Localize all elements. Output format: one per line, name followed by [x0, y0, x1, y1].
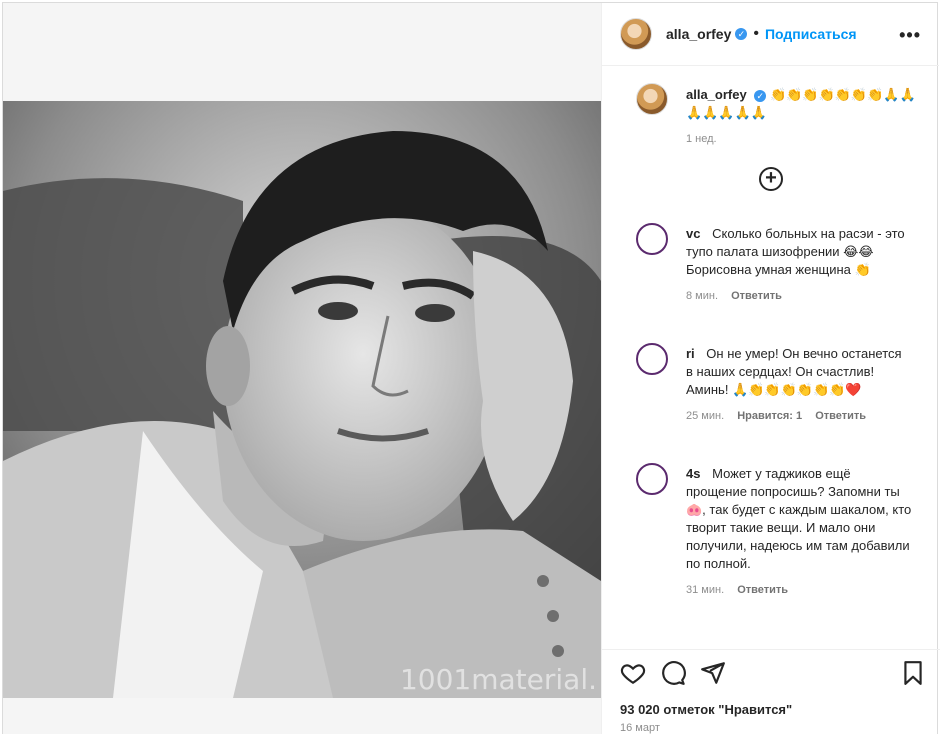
comment-time[interactable]: 25 мин.	[686, 410, 724, 422]
separator-dot: •	[753, 25, 759, 42]
comment-avatar[interactable]	[636, 223, 668, 255]
account-username[interactable]: alla_orfey	[666, 26, 731, 42]
bookmark-icon[interactable]	[900, 660, 926, 686]
post-photo[interactable]: 1001material.	[3, 101, 601, 698]
reply-button[interactable]: Ответить	[731, 290, 782, 302]
comments-list[interactable]: alla_orfey ✓ 👏👏👏👏👏👏👏🙏🙏🙏🙏🙏🙏🙏 1 нед. + vc …	[602, 67, 940, 649]
reply-button[interactable]: Ответить	[737, 584, 788, 596]
comment-text: Сколько больных на расэи - это тупо пала…	[686, 226, 905, 277]
caption-time[interactable]: 1 нед.	[686, 133, 717, 145]
comment-meta: 31 мин. Ответить	[686, 581, 912, 599]
comment-time[interactable]: 8 мин.	[686, 290, 718, 302]
post-date[interactable]: 16 март	[620, 722, 660, 734]
comment-username[interactable]: ri	[686, 346, 695, 361]
caption-avatar[interactable]	[636, 83, 668, 115]
caption-meta: 1 нед.	[686, 130, 926, 148]
plus-circle-icon[interactable]: +	[759, 167, 783, 191]
comment-text: Может у таджиков ещё прощение попросишь?…	[686, 466, 912, 571]
reply-button[interactable]: Ответить	[815, 410, 866, 422]
comment-likes[interactable]: Нравится: 1	[737, 410, 802, 422]
more-icon[interactable]: •••	[899, 25, 921, 46]
post-header: alla_orfey ✓ • Подписаться •••	[602, 3, 939, 66]
verified-icon: ✓	[754, 90, 767, 102]
likes-count[interactable]: 93 020 отметок "Нравится"	[620, 702, 792, 717]
comment-time[interactable]: 31 мин.	[686, 584, 724, 596]
comment-meta: 8 мин. Ответить	[686, 287, 912, 305]
follow-button[interactable]: Подписаться	[765, 26, 857, 42]
comment-username[interactable]: 4s	[686, 466, 700, 481]
heart-icon[interactable]	[620, 660, 646, 686]
comment-text: Он не умер! Он вечно останется в наших с…	[686, 346, 902, 397]
account-avatar[interactable]	[620, 18, 652, 50]
watermark-text: 1001material.	[399, 663, 597, 696]
comment-meta: 25 мин. Нравится: 1 Ответить	[686, 407, 912, 425]
verified-icon: ✓	[735, 28, 748, 40]
caption-username[interactable]: alla_orfey	[686, 87, 747, 102]
post-side-panel: alla_orfey ✓ • Подписаться ••• alla_orfe…	[601, 3, 940, 734]
post-media: 1001material.	[3, 3, 601, 734]
comment-icon[interactable]	[660, 660, 686, 686]
post-actions: 93 020 отметок "Нравится" 16 март	[602, 649, 940, 734]
comment-avatar[interactable]	[636, 343, 668, 375]
share-icon[interactable]	[700, 660, 726, 686]
comment-username[interactable]: vc	[686, 226, 700, 241]
portrait-image	[3, 101, 601, 698]
comment-avatar[interactable]	[636, 463, 668, 495]
post-container: 1001material. alla_orfey ✓ • Подписаться…	[2, 2, 940, 734]
